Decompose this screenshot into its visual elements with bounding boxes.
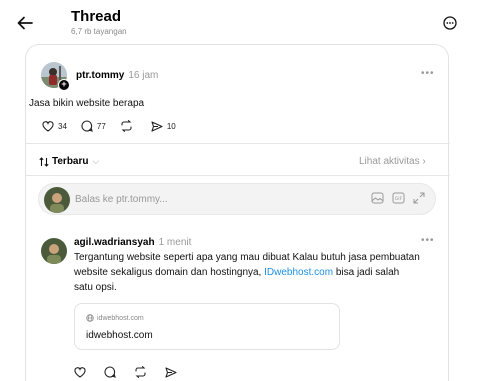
reply-tools: GIF xyxy=(363,192,425,204)
reply-placeholder: Balas ke ptr.tommy... xyxy=(75,194,168,205)
heart-icon xyxy=(42,120,54,132)
send-icon xyxy=(151,120,163,132)
avatar xyxy=(41,238,67,264)
post-more-icon[interactable]: ••• xyxy=(421,68,435,79)
chevron-right-icon: › xyxy=(422,156,426,167)
sort-label: Terbaru xyxy=(52,156,89,167)
comment-count: 77 xyxy=(96,121,106,131)
post-text: Jasa bikin website berapa xyxy=(29,98,145,109)
reply-input[interactable]: Balas ke ptr.tommy... GIF xyxy=(38,183,436,215)
sort-icon xyxy=(39,156,49,167)
comment-text: Tergantung website seperti apa yang mau … xyxy=(74,250,446,295)
comment-repost-button[interactable] xyxy=(134,366,151,378)
more-options-icon[interactable] xyxy=(443,16,459,32)
comment-username[interactable]: agil.wadriansyah xyxy=(74,237,155,248)
send-icon xyxy=(165,366,177,378)
post-actions: 34 77 10 xyxy=(42,120,190,132)
view-activity-label: Lihat aktivitas xyxy=(359,156,420,167)
comment-text-part: website sekaligus domain dan hostingnya, xyxy=(74,267,265,278)
repost-icon xyxy=(121,120,132,132)
follow-plus-icon[interactable]: + xyxy=(58,79,70,91)
expand-icon[interactable] xyxy=(413,192,425,204)
repost-button[interactable] xyxy=(120,120,137,132)
share-count: 10 xyxy=(166,121,176,131)
comment-line: website sekaligus domain dan hostingnya,… xyxy=(74,265,446,280)
comment-actions xyxy=(74,366,195,378)
divider xyxy=(26,175,450,176)
comment-share-button[interactable] xyxy=(165,366,181,378)
like-button[interactable]: 34 xyxy=(42,120,67,132)
page-title: Thread xyxy=(71,8,122,25)
comment-button[interactable]: 77 xyxy=(81,120,106,132)
comment-author[interactable]: agil.wadriansyah 1 menit xyxy=(74,237,191,248)
post-author[interactable]: ptr.tommy 16 jam xyxy=(76,70,158,81)
share-button[interactable]: 10 xyxy=(151,120,176,132)
like-count: 34 xyxy=(58,121,67,131)
repost-icon xyxy=(135,366,146,378)
link-domain: idwebhost.com xyxy=(86,314,144,322)
sort-dropdown[interactable]: Terbaru ⌵ xyxy=(39,156,99,167)
comment-time: 1 menit xyxy=(158,237,192,248)
svg-text:GIF: GIF xyxy=(395,196,403,202)
thread-card: + ptr.tommy 16 jam ••• Jasa bikin website… xyxy=(25,44,450,381)
comment-text-part: bisa jadi salah xyxy=(333,267,400,278)
avatar xyxy=(44,187,70,213)
comment-line: satu opsi. xyxy=(74,282,117,293)
globe-icon xyxy=(86,314,94,322)
self-avatar xyxy=(44,187,70,213)
view-count: 6,7 rb tayangan xyxy=(71,27,127,36)
divider xyxy=(26,143,450,144)
link-title: idwebhost.com xyxy=(86,330,153,341)
comment-avatar[interactable] xyxy=(41,238,67,264)
heart-icon xyxy=(74,366,86,378)
chevron-down-icon: ⌵ xyxy=(92,156,100,166)
post-username[interactable]: ptr.tommy xyxy=(76,70,124,81)
link-preview-card[interactable]: idwebhost.com idwebhost.com xyxy=(74,303,340,350)
inline-link[interactable]: IDwebhost.com xyxy=(264,267,333,278)
gif-icon[interactable]: GIF xyxy=(392,192,405,204)
link-domain-text: idwebhost.com xyxy=(97,314,144,322)
back-arrow-icon[interactable] xyxy=(14,12,36,34)
comment-line: Tergantung website seperti apa yang mau … xyxy=(74,252,420,263)
view-activity-link[interactable]: Lihat aktivitas › xyxy=(359,156,426,167)
post-time: 16 jam xyxy=(128,70,159,81)
image-icon[interactable] xyxy=(371,192,384,204)
thread-header: Thread 6,7 rb tayangan xyxy=(0,0,500,44)
comment-icon xyxy=(81,120,93,132)
comment-like-button[interactable] xyxy=(74,366,90,378)
comment-reply-button[interactable] xyxy=(104,366,120,378)
comment-more-icon[interactable]: ••• xyxy=(421,235,435,246)
comment-icon xyxy=(104,366,116,378)
post-avatar[interactable]: + xyxy=(41,62,70,91)
